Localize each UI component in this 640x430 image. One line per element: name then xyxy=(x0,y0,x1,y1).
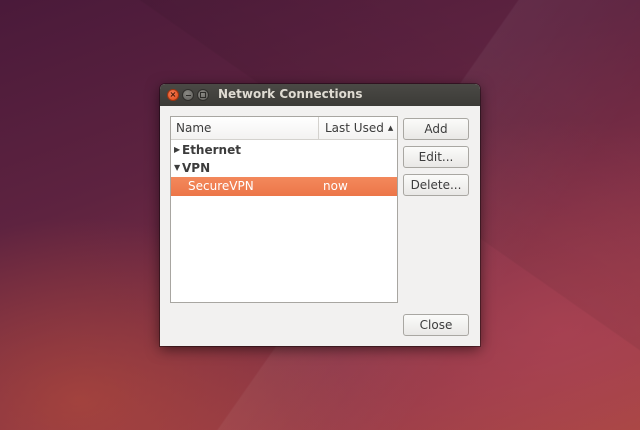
delete-button[interactable]: Delete... xyxy=(403,174,469,196)
group-label-vpn: VPN xyxy=(182,161,211,175)
column-header-last-used-label: Last Used xyxy=(325,121,384,135)
connection-last-used: now xyxy=(323,179,348,193)
column-header-name[interactable]: Name xyxy=(171,117,319,139)
list-header: Name Last Used ▲ xyxy=(171,117,397,140)
edit-button[interactable]: Edit... xyxy=(403,146,469,168)
window-maximize-button[interactable] xyxy=(197,89,209,101)
close-icon: × xyxy=(169,90,177,99)
add-button[interactable]: Add xyxy=(403,118,469,140)
connection-name: SecureVPN xyxy=(188,179,254,193)
group-row-vpn[interactable]: ▼ VPN xyxy=(171,159,397,177)
network-connections-window: × Network Connections Name Last Used ▲ ▶ … xyxy=(160,84,480,346)
connection-row-securevpn[interactable]: SecureVPN now xyxy=(171,177,397,196)
close-button[interactable]: Close xyxy=(403,314,469,336)
sort-ascending-icon: ▲ xyxy=(387,124,394,132)
maximize-icon xyxy=(200,92,206,98)
window-close-button[interactable]: × xyxy=(167,89,179,101)
group-row-ethernet[interactable]: ▶ Ethernet xyxy=(171,141,397,159)
group-label-ethernet: Ethernet xyxy=(182,143,241,157)
window-title: Network Connections xyxy=(218,87,363,101)
minimize-icon xyxy=(185,94,191,96)
window-titlebar[interactable]: × Network Connections xyxy=(160,84,480,106)
connections-list[interactable]: Name Last Used ▲ ▶ Ethernet ▼ VPN SecureV… xyxy=(170,116,398,303)
column-header-name-label: Name xyxy=(176,121,212,135)
expander-expanded-icon[interactable]: ▼ xyxy=(174,159,182,177)
window-minimize-button[interactable] xyxy=(182,89,194,101)
expander-collapsed-icon[interactable]: ▶ xyxy=(174,141,182,159)
column-header-last-used[interactable]: Last Used ▲ xyxy=(319,117,397,139)
